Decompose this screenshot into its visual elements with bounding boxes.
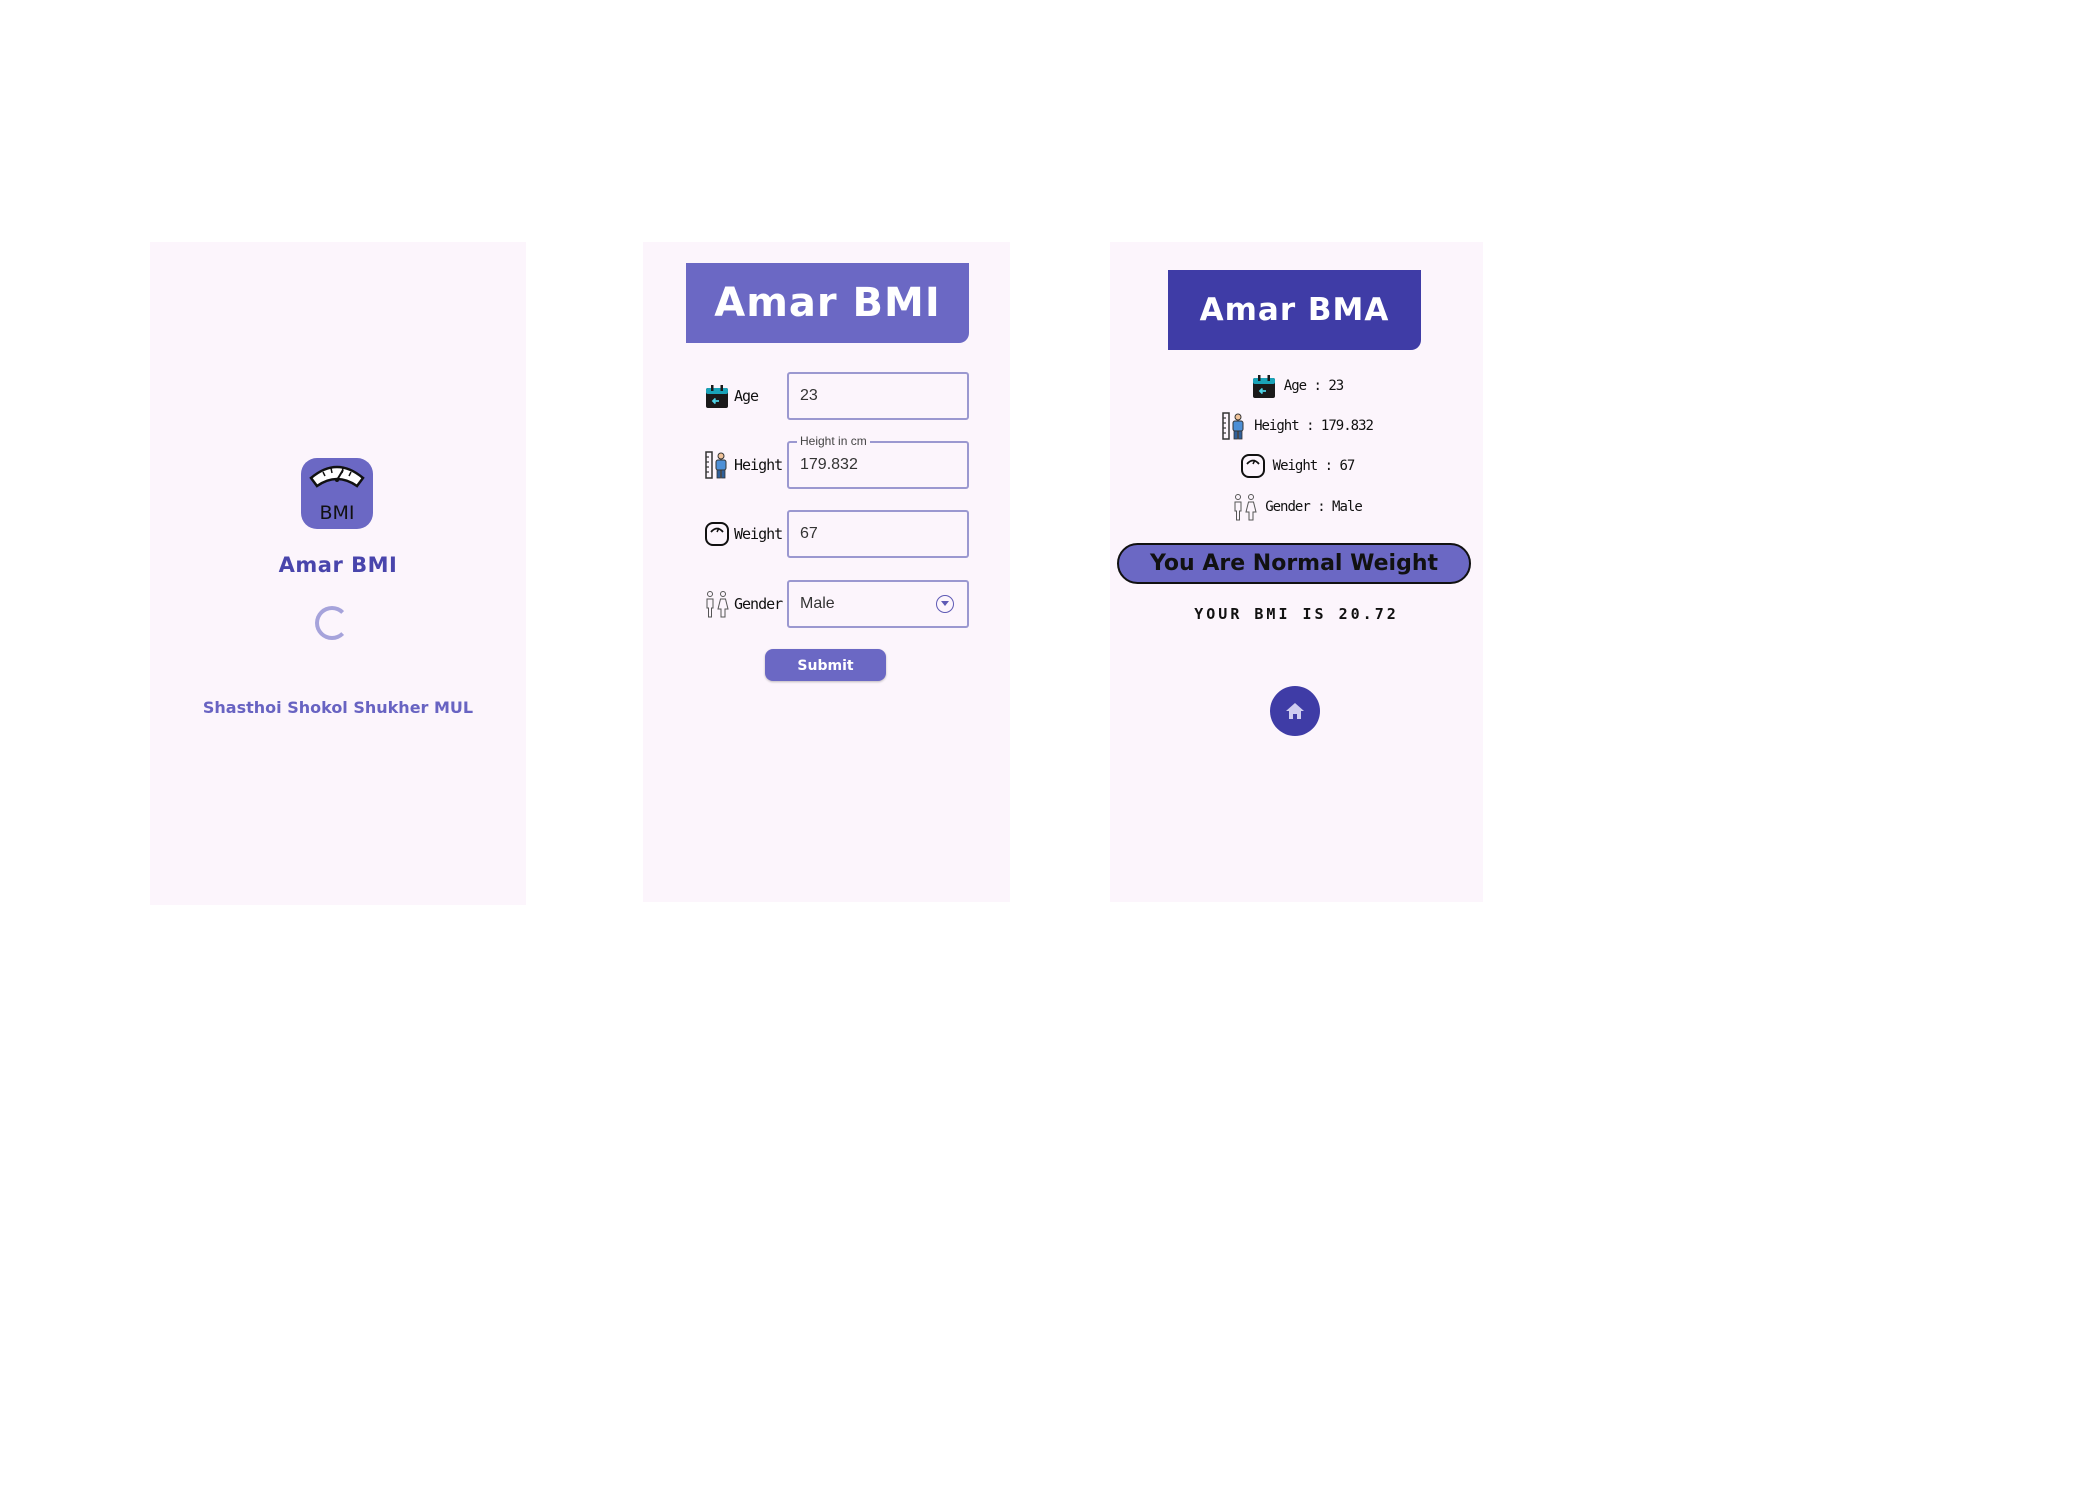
result-age-row: Age : 23 [1110, 371, 1483, 401]
result-header-title: Amar BMA [1168, 270, 1421, 350]
weighing-scale-icon [1240, 454, 1265, 478]
input-form-screen: Amar BMI Age 23 Height Height in cm 179.… [643, 242, 1010, 902]
loading-spinner-icon [315, 606, 349, 640]
form-header-title: Amar BMI [686, 263, 969, 343]
gender-icon [706, 591, 729, 618]
app-title: Amar BMI [278, 553, 398, 577]
weight-input[interactable]: 67 [787, 510, 969, 558]
result-height-row: Height : 179.832 [1110, 411, 1483, 441]
weight-label: Weight [734, 525, 783, 543]
height-measure-icon [1222, 412, 1244, 440]
height-label: Height [734, 456, 783, 474]
bmi-status-badge: You Are Normal Weight [1117, 543, 1471, 584]
height-row: Height Height in cm 179.832 [703, 434, 969, 489]
weight-input-value: 67 [800, 525, 818, 542]
gender-row: Gender Male [703, 580, 969, 628]
weight-row: Weight 67 [703, 510, 969, 558]
gender-icon [1234, 494, 1257, 521]
submit-button[interactable]: Submit [765, 649, 886, 681]
logo-label: BMI [319, 502, 355, 524]
gender-select[interactable]: Male [787, 580, 969, 628]
tagline: Shasthoi Shokol Shukher MUL [202, 698, 474, 717]
chevron-down-circle-icon[interactable] [936, 595, 954, 613]
gender-selected-value: Male [800, 595, 835, 612]
calendar-icon [1252, 375, 1275, 398]
age-input[interactable]: 23 [787, 372, 969, 420]
result-age-text: Age : 23 [1283, 378, 1344, 394]
home-icon [1286, 703, 1304, 719]
result-weight-row: Weight : 67 [1110, 451, 1483, 481]
height-measure-icon [705, 451, 727, 479]
result-screen: Amar BMA Age : 23 Height : 179.832 Weigh… [1110, 242, 1483, 902]
splash-screen: BMI Amar BMI Shasthoi Shokol Shukher MUL [150, 242, 526, 905]
weighing-scale-icon [705, 522, 729, 546]
result-weight-text: Weight : 67 [1272, 458, 1356, 474]
bmi-logo-icon: BMI [301, 458, 373, 529]
calendar-icon [706, 385, 728, 408]
home-button[interactable] [1270, 686, 1320, 736]
age-input-value: 23 [800, 387, 818, 404]
result-gender-text: Gender : Male [1265, 499, 1363, 515]
height-input[interactable]: Height in cm 179.832 [787, 434, 969, 489]
gender-label: Gender [734, 595, 783, 613]
result-gender-row: Gender : Male [1110, 492, 1483, 522]
age-row: Age 23 [703, 372, 969, 420]
height-input-value: 179.832 [800, 456, 858, 473]
age-label: Age [734, 387, 759, 405]
bmi-result-text: YOUR BMI IS 20.72 [1194, 605, 1399, 623]
result-height-text: Height : 179.832 [1254, 418, 1374, 434]
